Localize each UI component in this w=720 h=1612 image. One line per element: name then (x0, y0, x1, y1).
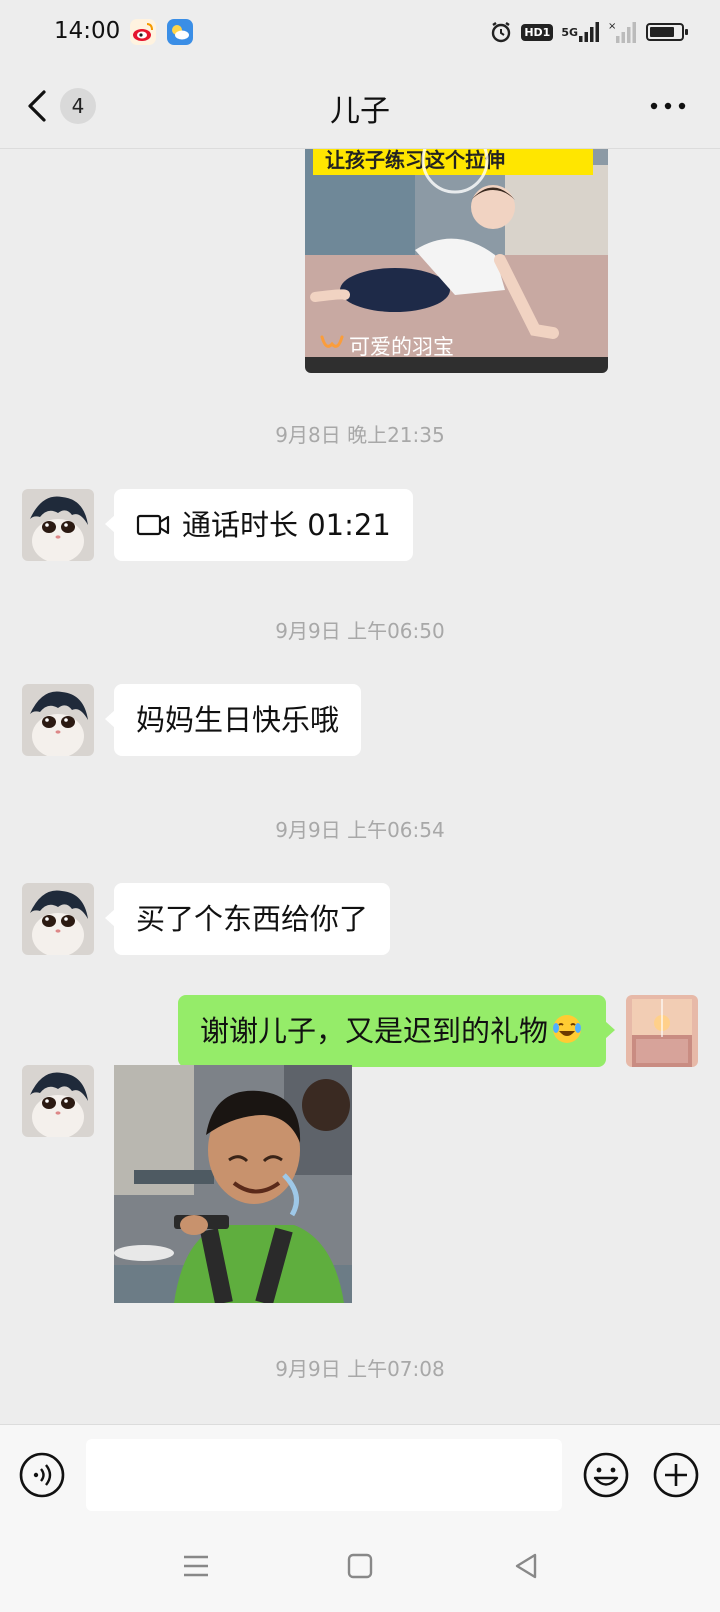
nav-bar: 4 儿子 (0, 64, 720, 149)
back-triangle-icon (515, 1553, 537, 1579)
hd-icon: HD1 (521, 23, 554, 41)
emoji-button[interactable] (582, 1451, 630, 1499)
video-caption: 可爱的羽宝 (349, 335, 454, 359)
timestamp: 9月9日 上午06:50 (275, 619, 445, 643)
video-call-icon (136, 514, 170, 536)
status-bar: 14:00 HD1 5G × (0, 0, 720, 64)
avatar-son[interactable] (22, 1065, 94, 1137)
weibo-icon (130, 19, 156, 45)
message-bubble-received[interactable]: 买了个东西给你了 (104, 883, 391, 955)
timestamp: 9月8日 晚上21:35 (275, 423, 445, 447)
chat-title: 儿子 (330, 94, 390, 129)
alarm-icon (489, 20, 513, 44)
channels-logo-icon (320, 335, 344, 348)
status-time: 14:00 (54, 18, 121, 44)
signal-5g-icon: 5G (561, 21, 600, 43)
more-button[interactable] (646, 90, 690, 122)
more-functions-button[interactable] (652, 1451, 700, 1499)
message-bubble-received[interactable]: 妈妈生日快乐哦 (104, 684, 362, 756)
chat-area[interactable]: 让孩子练习这个拉伸 可爱的羽宝 9月8日 晚上21:35 通话时长 01:21 … (0, 149, 720, 1424)
back-nav-button[interactable] (508, 1548, 544, 1584)
timestamp: 9月9日 上午06:54 (275, 818, 445, 842)
message-input[interactable] (86, 1439, 562, 1511)
image-message[interactable] (114, 1065, 352, 1303)
video-card[interactable]: 让孩子练习这个拉伸 可爱的羽宝 (305, 149, 608, 373)
avatar-son[interactable] (22, 684, 94, 756)
more-horizontal-icon (650, 102, 686, 110)
emoji-icon (583, 1452, 629, 1498)
video-banner-text: 让孩子练习这个拉伸 (325, 149, 505, 172)
call-record-bubble[interactable]: 通话时长 01:21 (105, 489, 413, 561)
timestamp: 9月9日 上午07:08 (275, 1357, 445, 1381)
voice-icon (19, 1452, 65, 1498)
battery-fill (650, 27, 674, 37)
menu-icon (184, 1555, 208, 1577)
received-photo (114, 1065, 352, 1303)
avatar-son[interactable] (22, 489, 94, 561)
input-bar (0, 1424, 720, 1525)
avatar-son[interactable] (22, 883, 94, 955)
video-thumbnail: 让孩子练习这个拉伸 (305, 149, 608, 357)
plus-icon (653, 1452, 699, 1498)
system-nav-bar (0, 1524, 720, 1612)
signal-icon: × (608, 20, 638, 44)
svg-text:×: × (608, 21, 616, 32)
voice-button[interactable] (18, 1451, 66, 1499)
battery-icon (646, 23, 688, 41)
home-nav-button[interactable] (342, 1548, 378, 1584)
menu-nav-button[interactable] (178, 1548, 214, 1584)
home-square-icon (347, 1553, 373, 1579)
laughing-tears-emoji-icon (553, 1015, 581, 1043)
signal-5g-label: 5G (561, 25, 578, 39)
weather-icon (167, 19, 193, 45)
call-duration-label: 通话时长 01:21 (182, 508, 391, 542)
message-text: 谢谢儿子，又是迟到的礼物 (199, 1014, 548, 1048)
message-bubble-sent[interactable]: 谢谢儿子，又是迟到的礼物 (177, 995, 616, 1067)
avatar-self[interactable] (626, 995, 698, 1067)
